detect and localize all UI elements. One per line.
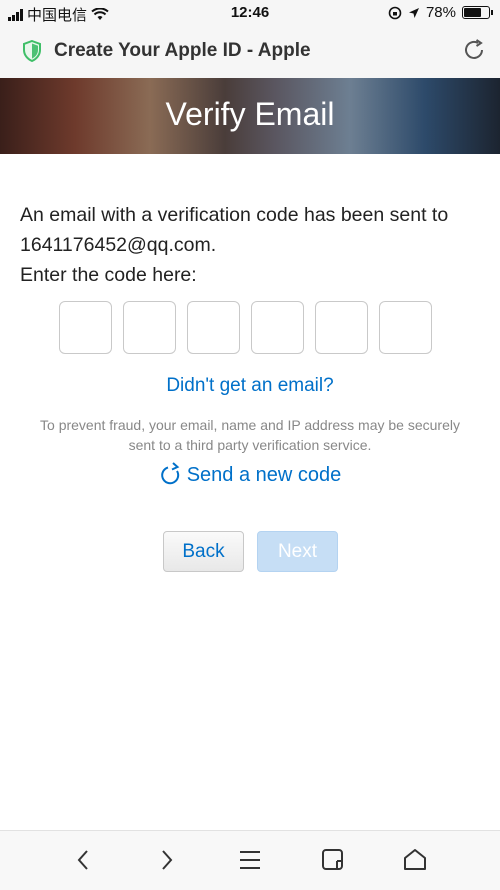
battery-percent: 78%: [425, 4, 456, 21]
status-bar: 中国电信 12:46 78%: [0, 0, 500, 26]
message-line: An email with a verification code has be…: [20, 204, 449, 226]
fraud-note: To prevent fraud, your email, name and I…: [20, 415, 480, 455]
code-digit-3[interactable]: [187, 301, 240, 354]
fraud-note-line: sent to a third party verification servi…: [128, 437, 372, 453]
code-digit-1[interactable]: [59, 301, 112, 354]
browser-toolbar: [0, 830, 500, 890]
next-button[interactable]: Next: [257, 531, 338, 572]
address-bar[interactable]: Create Your Apple ID - Apple: [0, 26, 500, 79]
forward-arrow-icon[interactable]: [156, 847, 176, 873]
code-input-group: [59, 301, 432, 354]
status-right: 78%: [388, 4, 493, 21]
refresh-icon: [160, 462, 180, 485]
fraud-note-line: To prevent fraud, your email, name and I…: [40, 417, 460, 433]
shield-icon: [23, 40, 41, 62]
home-icon[interactable]: [402, 847, 428, 873]
back-arrow-icon[interactable]: [74, 847, 94, 873]
send-new-code-label: Send a new code: [186, 463, 342, 486]
didnt-get-email-link[interactable]: Didn't get an email?: [0, 375, 500, 397]
menu-icon[interactable]: [238, 847, 262, 873]
location-icon: [408, 7, 419, 18]
page-title: Create Your Apple ID - Apple: [54, 40, 311, 61]
reload-icon[interactable]: [462, 38, 486, 62]
code-digit-6[interactable]: [379, 301, 432, 354]
battery-fill: [464, 8, 481, 17]
send-new-code-link[interactable]: Send a new code: [0, 462, 500, 488]
tabs-icon[interactable]: [320, 847, 346, 873]
code-digit-2[interactable]: [123, 301, 176, 354]
email-address: 1641176452@qq.com.: [20, 234, 217, 256]
hero-banner: Verify Email: [0, 78, 500, 154]
code-digit-5[interactable]: [315, 301, 368, 354]
battery-icon: [462, 6, 493, 19]
code-prompt: Enter the code here:: [20, 264, 197, 286]
verification-message: An email with a verification code has be…: [20, 200, 480, 290]
hero-title: Verify Email: [165, 96, 335, 132]
action-buttons: Back Next: [163, 531, 338, 572]
back-button[interactable]: Back: [163, 531, 244, 572]
rotation-lock-icon: [388, 6, 402, 19]
code-digit-4[interactable]: [251, 301, 304, 354]
